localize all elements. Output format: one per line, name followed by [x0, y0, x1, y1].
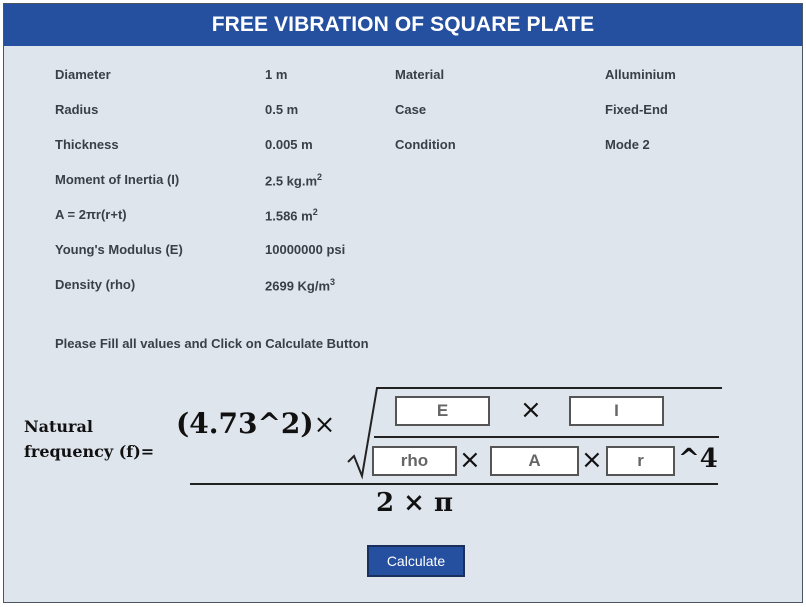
a-input[interactable] — [490, 446, 579, 476]
diameter-label: Diameter — [55, 67, 111, 82]
case-label: Case — [395, 102, 427, 117]
area-exponent: 2 — [312, 207, 318, 217]
main-fraction-bar — [190, 483, 718, 485]
material-label: Material — [395, 67, 445, 82]
inertia-label: Moment of Inertia (I) — [55, 172, 180, 187]
inner-fraction-bar — [374, 436, 719, 438]
density-label: Density (rho) — [55, 277, 136, 292]
inertia-value-text: 2.5 kg.m — [265, 173, 318, 189]
denominator-two-pi: 2 × π — [376, 488, 454, 518]
case-value: Fixed-End — [605, 102, 668, 117]
area-value: 1.586 m2 — [265, 207, 318, 223]
e-input[interactable] — [395, 396, 490, 426]
condition-value: Mode 2 — [605, 137, 650, 152]
power-exponent: ^4 — [678, 444, 718, 474]
natural-frequency-label-line2: frequency (f)= — [24, 442, 155, 461]
thickness-value: 0.005 m — [265, 137, 313, 152]
inertia-exponent: 2 — [317, 172, 323, 182]
area-label: A = 2πr(r+t) — [55, 207, 127, 222]
coefficient-text: (4.73^2) — [176, 407, 314, 440]
instruction-text: Please Fill all values and Click on Calc… — [55, 336, 369, 351]
material-value: Alluminium — [605, 67, 676, 82]
area-value-text: 1.586 m — [265, 208, 313, 224]
app-frame: FREE VIBRATION OF SQUARE PLATE Diameter … — [3, 3, 803, 603]
density-exponent: 3 — [330, 277, 336, 287]
youngs-modulus-value: 10000000 psi — [265, 242, 346, 257]
diameter-value: 1 m — [265, 67, 288, 82]
rho-input[interactable] — [372, 446, 457, 476]
multiply-sign: × — [581, 445, 603, 475]
multiply-sign: × — [459, 445, 481, 475]
r-input[interactable] — [606, 446, 675, 476]
calculate-button[interactable]: Calculate — [367, 545, 465, 577]
i-input[interactable] — [569, 396, 664, 426]
natural-frequency-label-line1: Natural — [24, 417, 93, 436]
natural-frequency-label: Natural frequency (f)= — [24, 414, 154, 464]
page-title: FREE VIBRATION OF SQUARE PLATE — [4, 4, 802, 46]
youngs-modulus-label: Young's Modulus (E) — [55, 242, 183, 257]
coefficient: (4.73^2)× — [176, 407, 335, 440]
condition-label: Condition — [395, 137, 456, 152]
multiply-sign: × — [520, 395, 542, 425]
coefficient-times: × — [313, 410, 336, 440]
thickness-label: Thickness — [55, 137, 119, 152]
radius-value: 0.5 m — [265, 102, 299, 117]
density-value-text: 2699 Kg/m — [265, 278, 331, 294]
radius-label: Radius — [55, 102, 99, 117]
density-value: 2699 Kg/m3 — [265, 277, 335, 293]
inertia-value: 2.5 kg.m2 — [265, 172, 322, 188]
